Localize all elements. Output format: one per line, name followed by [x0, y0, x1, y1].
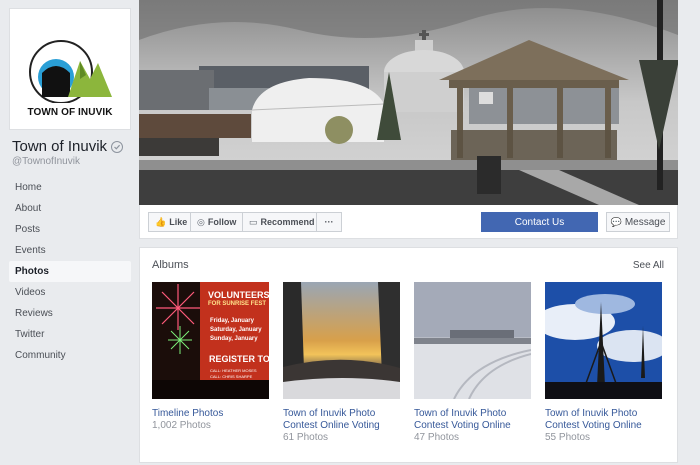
album-thumbnail[interactable] — [414, 282, 531, 399]
poster-line-2: Saturday, January — [210, 327, 262, 333]
nav-item-photos[interactable]: Photos — [9, 261, 131, 282]
recommend-button[interactable]: ▭ Recommend — [242, 212, 322, 232]
more-label: ··· — [324, 217, 334, 227]
album-title[interactable]: Timeline Photos — [152, 408, 269, 420]
town-logo-icon — [29, 40, 112, 103]
verified-icon — [111, 140, 124, 153]
cover-scene — [139, 0, 678, 205]
album-card[interactable]: Town of Inuvik Photo Contest Voting Onli… — [545, 282, 662, 444]
action-bar: 👍 Like ◎ Follow ▭ Recommend ··· Contact … — [139, 205, 678, 239]
messenger-icon: 💬 — [610, 216, 622, 227]
album-photo-count: 55 Photos — [545, 432, 591, 443]
recommend-label: Recommend — [260, 217, 315, 227]
poster-subheading: FOR SUNRISE FEST — [208, 301, 267, 307]
logo-text: TOWN OF INUVIK — [27, 107, 113, 118]
page-handle[interactable]: @TownofInuvik — [12, 156, 80, 167]
album-thumbnail[interactable] — [283, 282, 400, 399]
album-card[interactable]: VOLUNTEERS FOR SUNRISE FEST Friday, Janu… — [152, 282, 269, 432]
see-all-link[interactable]: See All — [633, 260, 664, 271]
poster-contact-1: CALL: HEATHER MOSES — [210, 368, 257, 373]
page-title[interactable]: Town of Inuvik — [12, 138, 124, 155]
album-title[interactable]: Town of Inuvik Photo Contest Online Voti… — [283, 408, 400, 432]
nav-item-reviews[interactable]: Reviews — [9, 303, 131, 324]
like-button[interactable]: 👍 Like — [148, 212, 195, 232]
contact-us-button[interactable]: Contact Us — [481, 212, 598, 232]
more-button[interactable]: ··· — [316, 212, 342, 232]
nav-item-community[interactable]: Community — [9, 345, 131, 366]
cover-photo[interactable] — [139, 0, 678, 205]
nav-item-twitter[interactable]: Twitter — [9, 324, 131, 345]
album-thumbnail[interactable]: VOLUNTEERS FOR SUNRISE FEST Friday, Janu… — [152, 282, 269, 399]
album-thumbnail[interactable] — [545, 282, 662, 399]
album-title[interactable]: Town of Inuvik Photo Contest Voting Onli… — [545, 408, 662, 432]
speech-bubble-icon: ▭ — [249, 216, 258, 227]
album-title[interactable]: Town of Inuvik Photo Contest Voting Onli… — [414, 408, 531, 432]
follow-button[interactable]: ◎ Follow — [190, 212, 244, 232]
nav-item-home[interactable]: Home — [9, 177, 131, 198]
album-photo-count: 47 Photos — [414, 432, 460, 443]
albums-heading: Albums — [152, 259, 189, 271]
follow-label: Follow — [207, 217, 237, 227]
profile-picture[interactable]: TOWN OF INUVIK — [9, 8, 131, 130]
nav-item-events[interactable]: Events — [9, 240, 131, 261]
poster-line-1: Friday, January — [210, 318, 254, 324]
poster-line-3: Sunday, January — [210, 336, 258, 342]
thumbs-up-icon: 👍 — [155, 216, 167, 227]
nav-item-videos[interactable]: Videos — [9, 282, 131, 303]
albums-section: Albums See All VOLUNTEERS FOR SUNRISE FE… — [139, 247, 678, 463]
album-photo-count: 1,002 Photos — [152, 420, 211, 431]
poster-register: REGISTER TO — [209, 354, 269, 364]
message-button[interactable]: 💬 Message — [606, 212, 670, 232]
message-label: Message — [624, 216, 666, 228]
left-nav: Home About Posts Events Photos Videos Re… — [9, 177, 131, 366]
nav-item-posts[interactable]: Posts — [9, 219, 131, 240]
album-photo-count: 61 Photos — [283, 432, 329, 443]
like-label: Like — [169, 217, 188, 227]
album-card[interactable]: Town of Inuvik Photo Contest Online Voti… — [283, 282, 400, 444]
page-title-text[interactable]: Town of Inuvik — [12, 138, 107, 155]
poster-heading: VOLUNTEERS — [208, 290, 269, 300]
poster-contact-2: CALL: CHRIS SHARPE — [210, 374, 253, 379]
album-card[interactable]: Town of Inuvik Photo Contest Voting Onli… — [414, 282, 531, 444]
rss-icon: ◎ — [197, 216, 205, 227]
nav-item-about[interactable]: About — [9, 198, 131, 219]
